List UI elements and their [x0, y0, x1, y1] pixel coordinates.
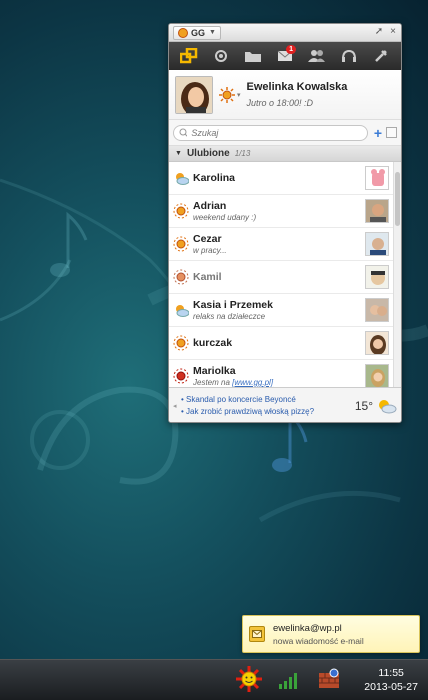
description-link[interactable]: [www.gg.pl] — [232, 378, 273, 387]
sun-cloud-status-icon — [176, 305, 189, 317]
clock-date: 2013-05-27 — [364, 681, 418, 693]
clock-time: 11:55 — [378, 667, 404, 679]
unread-count-badge: 1 — [286, 45, 296, 54]
contact-description: weekend udany :) — [193, 213, 257, 222]
own-avatar[interactable] — [175, 75, 213, 114]
envelope-icon — [249, 626, 265, 642]
folder-icon — [245, 52, 261, 62]
title-bar: GG ▼ ➚ × — [169, 24, 401, 42]
partly-cloudy-icon — [379, 399, 397, 413]
news-prev-arrow-icon[interactable]: ◂ — [173, 402, 179, 410]
add-contact-tool[interactable] — [306, 45, 328, 67]
list-options-icon[interactable] — [386, 127, 397, 138]
audio-tool[interactable] — [338, 45, 360, 67]
gg-messenger-window: GG ▼ ➚ × 1 ▾ Ewelinka Kowalska Jutro o 1… — [168, 23, 402, 423]
contact-name: kurczak — [193, 337, 233, 349]
mail-tool[interactable]: 1 — [274, 45, 296, 67]
contact-avatar — [365, 298, 389, 322]
chevron-down-icon: ▼ — [209, 29, 216, 36]
status-tool[interactable] — [210, 45, 232, 67]
contact-avatar — [365, 331, 389, 355]
group-header-favorites[interactable]: ▼ Ulubione 1/13 — [169, 146, 401, 162]
contact-row[interactable]: Adrian weekend udany :) — [169, 195, 401, 228]
close-icon[interactable]: × — [390, 26, 396, 37]
contact-avatar — [365, 265, 389, 289]
description-text: Jestem na — [193, 378, 233, 387]
status-dropdown-icon[interactable]: ▾ — [237, 91, 241, 99]
contact-name: Kamil — [193, 271, 222, 283]
news-panel: ◂ Skandal po koncercie Beyoncé Jak zrobi… — [169, 387, 401, 422]
gg-contacts-tool[interactable] — [178, 45, 200, 67]
taskbar: 11:55 2013-05-27 — [0, 659, 428, 700]
notification-title: ewelinka@wp.pl — [273, 622, 342, 634]
sun-status-icon — [173, 335, 189, 351]
gg-menu-label: GG — [191, 27, 206, 38]
contact-row[interactable]: Kasia i Przemek relaks na działeczce — [169, 294, 401, 327]
gg-sun-tray-icon[interactable] — [236, 666, 262, 692]
contact-name: Kasia i Przemek — [193, 299, 273, 311]
pin-icon[interactable]: ➚ — [375, 26, 383, 37]
contact-description: w pracy... — [193, 246, 227, 255]
sun-status-icon — [173, 236, 189, 252]
contact-row[interactable]: Cezar w pracy... — [169, 228, 401, 261]
gg-main-menu-button[interactable]: GG ▼ — [173, 25, 221, 40]
headphones-icon — [342, 49, 356, 62]
weather-widget[interactable]: 15° — [355, 398, 397, 414]
wrench-icon — [375, 50, 387, 62]
add-contact-plus-icon[interactable]: + — [374, 125, 382, 141]
contact-name: Mariolka — [193, 365, 236, 377]
contact-row[interactable]: Kamil — [169, 261, 401, 294]
sun-status-icon[interactable] — [219, 86, 235, 103]
contact-row[interactable]: kurczak — [169, 327, 401, 360]
contact-description: Jestem na [www.gg.pl] — [193, 378, 365, 387]
system-clock[interactable]: 11:55 2013-05-27 — [364, 666, 418, 694]
contact-avatar — [365, 166, 389, 190]
group-count: 1/13 — [234, 149, 251, 158]
notification-subtitle: nowa wiadomość e-mail — [273, 635, 364, 646]
gg-sun-logo-icon — [178, 27, 188, 38]
news-link[interactable]: Skandal po koncercie Beyoncé — [181, 394, 355, 406]
contact-description: relaks na działeczce — [193, 312, 266, 321]
people-icon — [308, 50, 325, 62]
scrollbar-thumb[interactable] — [395, 172, 400, 226]
sun-status-icon — [173, 203, 189, 219]
circle-status-icon — [215, 50, 227, 62]
news-link[interactable]: Jak zrobić prawdziwą włoską pizzę? — [181, 406, 355, 418]
group-name: Ulubione — [186, 148, 230, 159]
contact-name: Adrian — [193, 200, 227, 212]
weather-temperature: 15° — [354, 398, 373, 413]
contact-list-scrollbar[interactable] — [393, 162, 401, 387]
files-tool[interactable] — [242, 45, 264, 67]
collapse-triangle-icon: ▼ — [175, 150, 182, 157]
own-profile-panel: ▾ Ewelinka Kowalska Jutro o 18:00! :D — [169, 70, 401, 120]
busy-status-icon — [173, 368, 189, 384]
firewall-icon[interactable] — [318, 668, 340, 690]
search-icon — [179, 128, 188, 137]
search-input[interactable] — [191, 127, 362, 138]
email-notification-popup[interactable]: ewelinka@wp.pl nowa wiadomość e-mail — [242, 615, 420, 653]
contact-name: Cezar — [193, 233, 222, 245]
contact-avatar — [365, 199, 389, 223]
contact-avatar — [365, 364, 389, 387]
own-description[interactable]: Jutro o 18:00! :D — [247, 98, 348, 108]
contact-avatar — [365, 232, 389, 256]
contact-row[interactable]: Mariolka Jestem na [www.gg.pl] — [169, 360, 401, 387]
contact-list: Karolina Adrian weekend udany :) Cezar w p… — [169, 162, 401, 387]
contact-name: Karolina — [193, 172, 236, 184]
contact-row[interactable]: Karolina — [169, 162, 401, 195]
signal-strength-icon[interactable] — [278, 670, 300, 690]
search-row: + — [169, 120, 401, 146]
main-toolbar: 1 — [169, 42, 401, 70]
sun-cloud-status-icon — [176, 173, 189, 185]
own-name: Ewelinka Kowalska — [246, 81, 348, 93]
gg-logo-icon — [180, 48, 198, 64]
sun-offline-status-icon — [173, 269, 189, 285]
search-box[interactable] — [173, 124, 368, 141]
tools-tool[interactable] — [370, 45, 392, 67]
